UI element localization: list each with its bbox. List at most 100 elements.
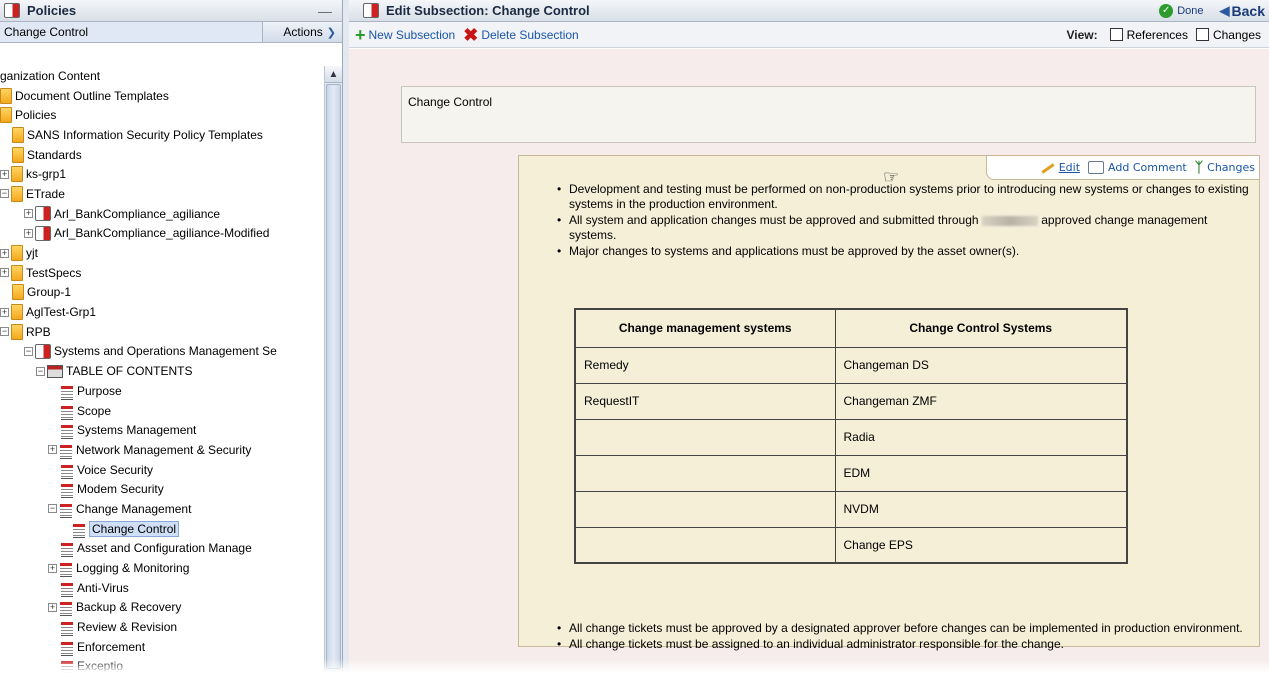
tree-item[interactable]: − Change Management: [0, 499, 324, 519]
expand-icon[interactable]: +: [24, 209, 33, 219]
scroll-up-button[interactable]: ▲: [325, 66, 342, 83]
table-cell: Remedy: [574, 346, 836, 384]
doc-icon: [60, 640, 74, 656]
tree-item-label: Asset and Configuration Manage: [77, 541, 252, 556]
expand-icon[interactable]: +: [0, 169, 9, 179]
collapse-icon[interactable]: −: [24, 346, 33, 356]
tree-item[interactable]: ganization Content: [0, 66, 324, 86]
expand-icon[interactable]: +: [48, 602, 57, 612]
tree-item[interactable]: Asset and Configuration Manage: [0, 539, 324, 559]
tree-item-label: SANS Information Security Policy Templat…: [27, 127, 263, 142]
doc-icon: [60, 404, 74, 420]
subsection-title-text: Change Control: [408, 95, 493, 109]
tree-item-label: Logging & Monitoring: [76, 561, 190, 576]
tree-item[interactable]: + ks-grp1: [0, 164, 324, 184]
tree-item[interactable]: Standards: [0, 145, 324, 165]
book-icon: [35, 206, 51, 222]
policies-book-icon: [4, 3, 20, 18]
new-subsection-button[interactable]: + New Subsection: [355, 26, 455, 44]
doc-icon: [60, 384, 74, 400]
tree-item[interactable]: Systems Management: [0, 420, 324, 440]
tree-item[interactable]: + Network Management & Security: [0, 440, 324, 460]
expand-icon[interactable]: +: [24, 228, 33, 238]
tree-item[interactable]: Review & Revision: [0, 617, 324, 637]
table-cell: RequestIT: [574, 382, 836, 420]
tree-item[interactable]: + Backup & Recovery: [0, 598, 324, 618]
tree-item-label: Scope: [77, 403, 112, 418]
folder-icon: [12, 126, 24, 143]
bullet-item: Development and testing must be performe…: [555, 182, 1255, 212]
actions-dropdown[interactable]: Actions ❯: [262, 22, 342, 42]
tree-item-label: Arl_BankCompliance_agiliance: [54, 206, 221, 221]
tree-item[interactable]: + AglTest-Grp1: [0, 302, 324, 322]
changes-link-label: Changes: [1207, 161, 1255, 174]
expand-icon[interactable]: +: [48, 445, 57, 455]
expand-icon[interactable]: +: [0, 307, 9, 317]
add-comment-link[interactable]: Add Comment: [1088, 161, 1187, 174]
tree-item-label: Document Outline Templates: [15, 88, 169, 103]
doc-icon: [72, 522, 86, 538]
expand-icon[interactable]: +: [0, 268, 9, 278]
delete-subsection-button[interactable]: ✖ Delete Subsection: [463, 26, 579, 44]
collapse-icon[interactable]: −: [36, 366, 45, 376]
tree-item[interactable]: Anti-Virus: [0, 578, 324, 598]
folder-icon: [12, 284, 24, 301]
collapse-icon[interactable]: −: [0, 327, 9, 337]
actions-label: Actions: [283, 25, 323, 39]
references-checkbox[interactable]: [1109, 28, 1123, 41]
tree-item[interactable]: Voice Security: [0, 460, 324, 480]
tree-item[interactable]: + Arl_BankCompliance_agiliance: [0, 204, 324, 224]
subsection-body: Edit Add Comment ᛉ Changes Development a…: [518, 155, 1260, 652]
tree-item[interactable]: Policies: [0, 105, 324, 125]
subsection-title-field[interactable]: Change Control: [401, 86, 1256, 143]
changes-checkbox[interactable]: [1195, 28, 1209, 41]
tree-item[interactable]: − TABLE OF CONTENTS: [0, 361, 324, 381]
tree-item[interactable]: Group-1: [0, 283, 324, 303]
tree-item[interactable]: − RPB: [0, 322, 324, 342]
doc-icon: [59, 502, 73, 518]
torn-edge: [0, 659, 1269, 673]
tree-item[interactable]: Enforcement: [0, 637, 324, 657]
back-button[interactable]: ◀ Back: [1220, 3, 1265, 19]
changes-link[interactable]: ᛉ Changes: [1195, 160, 1255, 176]
table-cell: NVDM: [834, 490, 1128, 528]
done-button[interactable]: ✓ Done: [1159, 3, 1204, 18]
expand-icon[interactable]: +: [48, 563, 57, 573]
collapse-icon[interactable]: −: [48, 504, 57, 514]
tree-item[interactable]: Change Control: [0, 519, 324, 539]
tree-scrollbar[interactable]: ▲: [324, 66, 342, 673]
editor-content: Change Control Edit Add Comment ᛉ Change…: [349, 49, 1269, 673]
edit-link[interactable]: Edit: [1039, 161, 1080, 174]
table-cell: EDM: [834, 454, 1128, 492]
tree-item-label: Modem Security: [77, 482, 164, 497]
tree-item[interactable]: Modem Security: [0, 479, 324, 499]
tree-item[interactable]: Scope: [0, 401, 324, 421]
collapse-icon[interactable]: −: [0, 189, 9, 199]
tree-item[interactable]: − ETrade: [0, 184, 324, 204]
scroll-thumb[interactable]: [326, 84, 341, 669]
tree-item[interactable]: Document Outline Templates: [0, 86, 324, 106]
chevron-down-icon: ❯: [326, 26, 336, 39]
tree-item-label: Purpose: [77, 383, 122, 398]
minimize-button[interactable]: —: [318, 3, 332, 19]
book-icon: [35, 225, 51, 241]
back-arrow-icon: ◀: [1219, 2, 1230, 18]
tree-item-label: Standards: [27, 147, 82, 162]
subsection-toolbar: + New Subsection ✖ Delete Subsection Vie…: [349, 22, 1269, 48]
expand-icon[interactable]: +: [0, 248, 9, 258]
tree-item[interactable]: + Logging & Monitoring: [0, 558, 324, 578]
pencil-icon: [1039, 162, 1057, 174]
tree-item[interactable]: + TestSpecs: [0, 263, 324, 283]
table-cell: Changeman DS: [834, 346, 1128, 384]
tree-item[interactable]: + Arl_BankCompliance_agiliance-Modified: [0, 224, 324, 244]
tree-item[interactable]: Purpose: [0, 381, 324, 401]
tree-item[interactable]: SANS Information Security Policy Templat…: [0, 125, 324, 145]
doc-icon: [60, 463, 74, 479]
tree-item[interactable]: − Systems and Operations Management Se: [0, 342, 324, 362]
references-label: References: [1126, 27, 1188, 42]
tree-item-label: Network Management & Security: [76, 442, 252, 457]
tree-item-label: RPB: [26, 324, 51, 339]
folder-icon: [11, 245, 23, 262]
table-cell: [574, 418, 836, 456]
tree-item[interactable]: + yjt: [0, 243, 324, 263]
